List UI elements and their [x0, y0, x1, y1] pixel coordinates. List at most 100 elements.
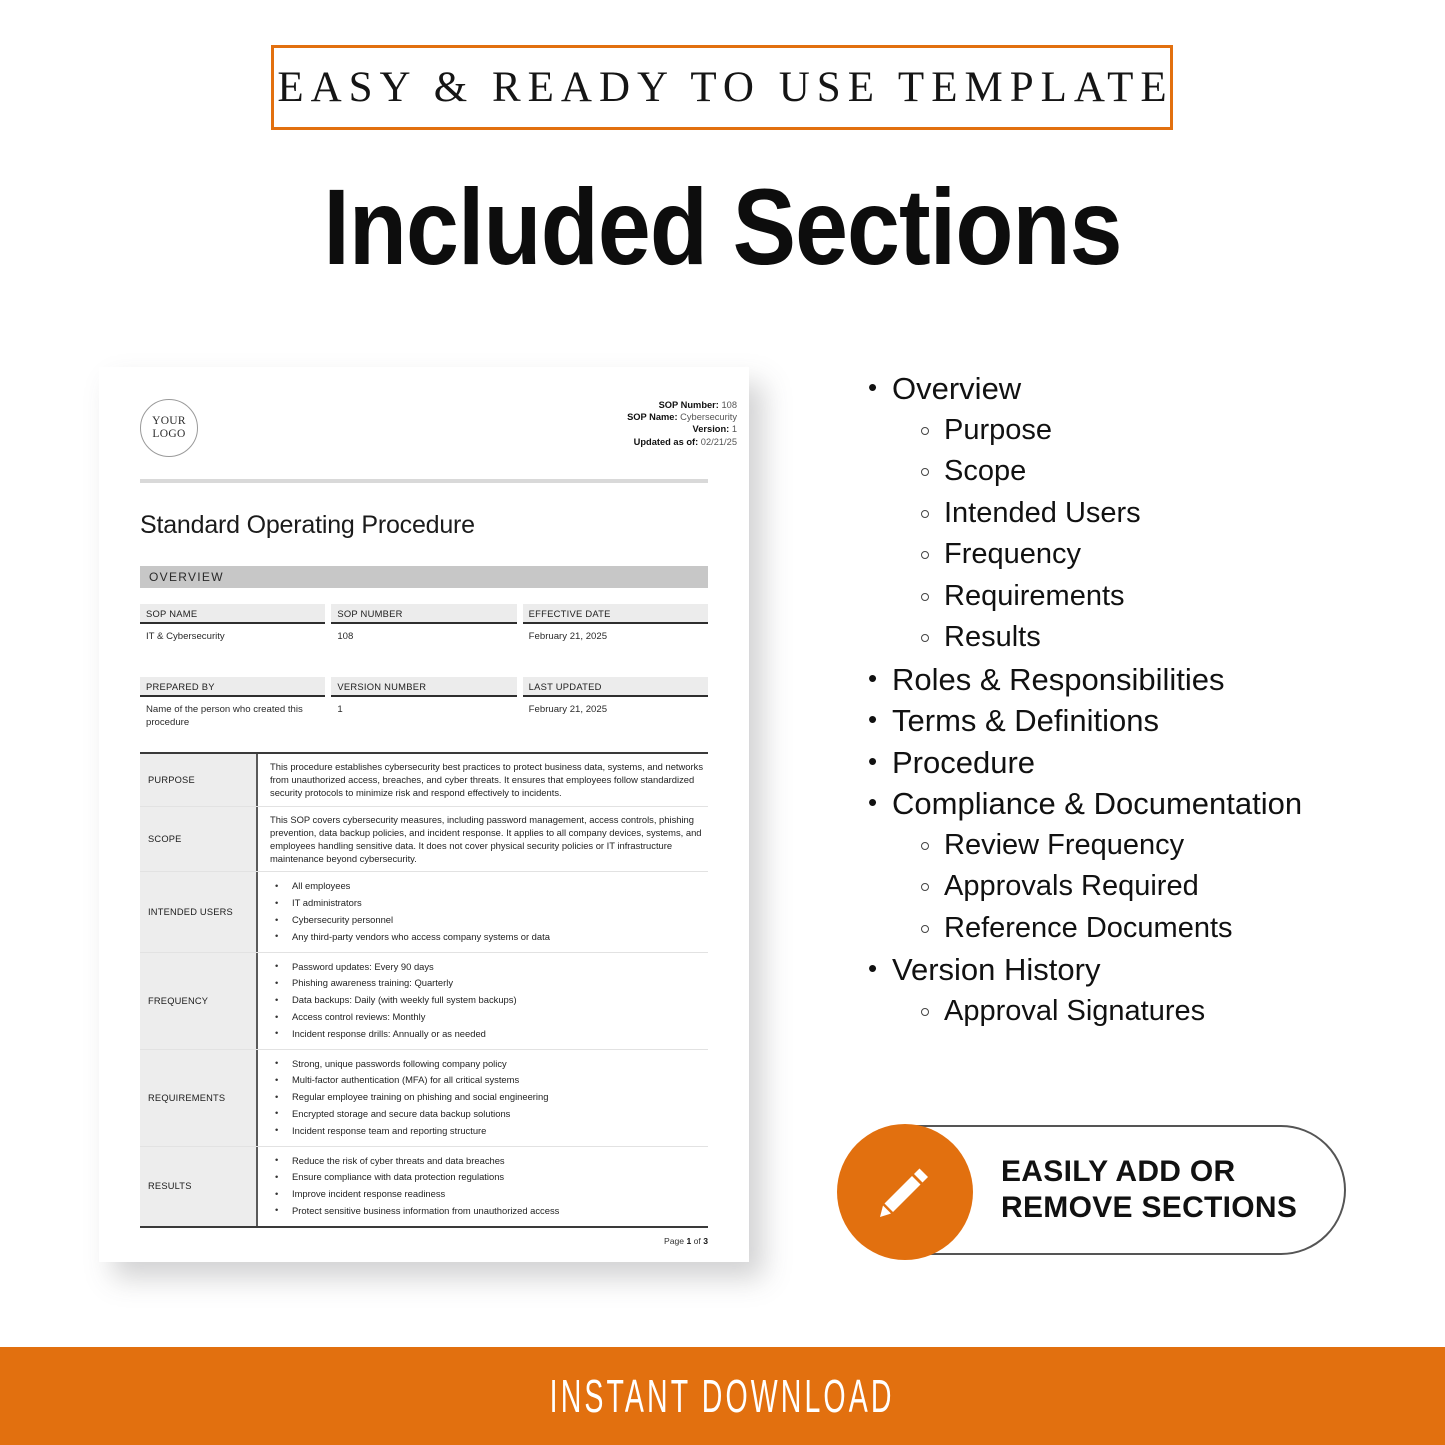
info-cell-label: PREPARED BY	[140, 677, 326, 697]
easy-ready-template-banner: EASY & READY TO USE TEMPLATE	[271, 45, 1173, 130]
info-cell: EFFECTIVE DATE February 21, 2025	[522, 604, 708, 657]
table-row-label: REQUIREMENTS	[140, 1049, 258, 1146]
section-list-subitem: Scope	[866, 451, 1386, 493]
table-row: REQUIREMENTS Strong, unique passwords fol…	[140, 1049, 708, 1147]
table-row-label: SCOPE	[140, 806, 258, 872]
table-row-label: FREQUENCY	[140, 952, 258, 1049]
info-cell-value: Name of the person who created this proc…	[146, 704, 303, 728]
page-footer-prefix: Page	[664, 1235, 687, 1246]
table-row-bullet: Encrypted storage and secure data backup…	[275, 1105, 704, 1123]
meta-sop-number: SOP Number: 108	[627, 399, 737, 411]
table-row-label: RESULTS	[140, 1146, 258, 1226]
table-row-bullet: IT administrators	[275, 895, 704, 912]
table-row-bullet: Cybersecurity personnel	[275, 912, 704, 929]
document-meta: SOP Number: 108 SOP Name: Cybersecurity …	[627, 399, 737, 448]
info-cell: SOP NAME IT & Cybersecurity	[140, 604, 326, 657]
table-row-bullet: Password updates: Every 90 days	[275, 958, 704, 976]
section-list-subitem: Intended Users	[866, 493, 1386, 535]
info-cell: VERSION NUMBER 1	[331, 677, 517, 730]
table-row-label: INTENDED USERS	[140, 872, 258, 952]
info-cell: LAST UPDATED February 21, 2025	[522, 677, 708, 730]
table-row-bullet-list: Strong, unique passwords following compa…	[270, 1055, 704, 1140]
overview-body-table: PURPOSE This procedure establishes cybers…	[140, 752, 708, 1228]
table-row: SCOPE This SOP covers cybersecurity measu…	[140, 806, 708, 873]
document-page: YOUR LOGO SOP Number: 108 SOP Name: Cybe…	[99, 367, 749, 1262]
section-list-subitem: Requirements	[866, 576, 1386, 618]
logo-placeholder: YOUR LOGO	[140, 399, 198, 457]
section-list-subitem: Review Frequency	[866, 825, 1386, 867]
info-cell: PREPARED BY Name of the person who create…	[140, 677, 326, 730]
table-row-content: This SOP covers cybersecurity measures, …	[258, 807, 708, 872]
page-footer-total: 3	[703, 1235, 708, 1246]
table-row-bullet-list: All employeesIT administratorsCybersecur…	[270, 878, 704, 945]
table-row-bullet: Reduce the risk of cyber threats and dat…	[275, 1152, 704, 1170]
bottom-banner-text: INSTANT DOWNLOAD	[550, 1370, 895, 1422]
info-grid-row-2: PREPARED BY Name of the person who create…	[140, 677, 708, 730]
page-footer: Page 1 of 3	[140, 1236, 708, 1246]
meta-updated-value: 02/21/25	[700, 436, 737, 447]
pill-badge-line-2: REMOVE SECTIONS	[1001, 1191, 1298, 1224]
section-list-item: Compliance & Documentation	[866, 782, 1386, 825]
header-divider	[140, 479, 708, 483]
table-row-content: Strong, unique passwords following compa…	[258, 1050, 708, 1146]
info-grid-row-1: SOP NAME IT & Cybersecurity SOP NUMBER 108 E…	[140, 604, 708, 657]
top-banner-text: EASY & READY TO USE TEMPLATE	[277, 64, 1174, 111]
table-row: RESULTS Reduce the risk of cyber threats …	[140, 1146, 708, 1228]
table-row-content: All employeesIT administratorsCybersecur…	[258, 872, 708, 951]
meta-updated: Updated as of: 02/21/25	[627, 436, 737, 448]
document-header: YOUR LOGO SOP Number: 108 SOP Name: Cybe…	[140, 397, 741, 475]
table-row: PURPOSE This procedure establishes cybers…	[140, 754, 708, 807]
meta-sop-name-label: SOP Name:	[627, 412, 678, 423]
meta-version-value: 1	[731, 424, 737, 435]
info-cell-label: SOP NUMBER	[331, 604, 517, 624]
table-row-label: PURPOSE	[140, 754, 258, 806]
pill-badge-text: EASILY ADD OR REMOVE SECTIONS	[1001, 1154, 1297, 1226]
table-row-bullet: Incident response team and reporting str…	[275, 1122, 704, 1140]
section-list-subitem: Results	[866, 617, 1386, 659]
meta-updated-label: Updated as of:	[633, 436, 699, 447]
table-row-paragraph: This procedure establishes cybersecurity…	[270, 761, 704, 799]
section-list-item: Procedure	[866, 741, 1386, 784]
table-row-bullet: Phishing awareness training: Quarterly	[275, 975, 704, 992]
meta-sop-number-label: SOP Number:	[658, 400, 719, 410]
info-cell: SOP NUMBER 108	[331, 604, 517, 657]
info-cell-label: VERSION NUMBER	[331, 677, 517, 697]
table-row-bullet: Ensure compliance with data protection r…	[275, 1169, 704, 1186]
table-row-paragraph: This SOP covers cybersecurity measures, …	[270, 813, 702, 865]
table-row-bullet: Any third-party vendors who access compa…	[275, 928, 704, 946]
section-list-item: Version History	[866, 948, 1386, 991]
table-row-bullet: Multi-factor authentication (MFA) for al…	[275, 1072, 704, 1089]
pencil-icon	[837, 1124, 973, 1260]
table-row-bullet: Access control reviews: Monthly	[275, 1009, 704, 1026]
table-row-content: Password updates: Every 90 daysPhishing …	[258, 953, 708, 1049]
table-row-bullet: Improve incident response readiness	[275, 1186, 704, 1203]
table-row-content: Reduce the risk of cyber threats and dat…	[258, 1147, 708, 1226]
table-row: INTENDED USERSAll employeesIT administra…	[140, 872, 708, 953]
page-title: Included Sections	[323, 166, 1122, 287]
document-title: Standard Operating Procedure	[140, 511, 475, 539]
section-list-subitem: Reference Documents	[866, 908, 1386, 950]
section-list-item: Roles & Responsibilities	[866, 658, 1386, 701]
table-row: FREQUENCYPassword updates: Every 90 days…	[140, 952, 708, 1050]
section-list-subitem: Frequency	[866, 534, 1386, 576]
meta-sop-name: SOP Name: Cybersecurity	[627, 411, 737, 423]
info-cell-value: IT & Cybersecurity	[146, 631, 225, 642]
included-sections-list: OverviewPurposeScopeIntended UsersFreque…	[866, 367, 1386, 1033]
table-row-bullet: Protect sensitive business information f…	[275, 1202, 704, 1220]
easily-add-remove-badge[interactable]: EASILY ADD OR REMOVE SECTIONS	[837, 1124, 1346, 1260]
pill-badge-line-1: EASILY ADD OR	[1001, 1155, 1236, 1188]
table-row-bullet: Strong, unique passwords following compa…	[275, 1055, 704, 1073]
section-list-subitem: Approval Signatures	[866, 991, 1386, 1033]
info-cell-label: EFFECTIVE DATE	[522, 604, 708, 624]
table-row-bullet-list: Password updates: Every 90 daysPhishing …	[270, 958, 704, 1043]
table-row-bullet-list: Reduce the risk of cyber threats and dat…	[270, 1152, 704, 1220]
info-cell-label: SOP NAME	[140, 604, 326, 624]
section-band-overview: OVERVIEW	[140, 566, 708, 588]
meta-version: Version: 1	[627, 423, 737, 435]
section-list-item: Terms & Definitions	[866, 699, 1386, 742]
section-list-subitem: Purpose	[866, 410, 1386, 452]
logo-line-1: YOUR	[152, 415, 186, 427]
instant-download-banner: INSTANT DOWNLOAD	[0, 1347, 1445, 1445]
table-row-bullet: Incident response drills: Annually or as…	[275, 1025, 704, 1043]
document-preview[interactable]: YOUR LOGO SOP Number: 108 SOP Name: Cybe…	[99, 367, 749, 1262]
